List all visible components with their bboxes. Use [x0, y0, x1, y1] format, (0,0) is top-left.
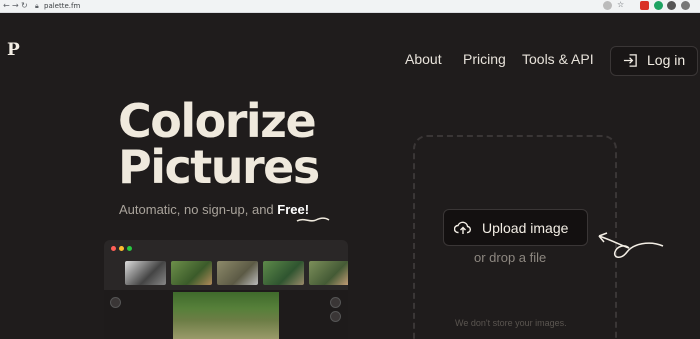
colorized-photo — [173, 292, 279, 339]
hero-title-line2: Pictures — [118, 140, 320, 194]
edit-icon — [330, 311, 341, 322]
login-icon — [623, 54, 637, 67]
thumbnail-original — [125, 261, 166, 285]
reload-icon[interactable]: ↻ — [21, 1, 28, 11]
browser-toolbar: ← → ↻ 🔒︎ palette.fm ☆ — [0, 0, 700, 13]
login-button[interactable]: Log in — [610, 46, 698, 76]
extension-icon[interactable] — [667, 1, 676, 10]
drop-file-hint: or drop a file — [474, 250, 547, 265]
upload-image-label: Upload image — [482, 220, 569, 236]
window-minimize-dot — [119, 246, 124, 251]
menu-icon — [110, 297, 121, 308]
privacy-note: We don't store your images. — [455, 318, 567, 328]
address-bar[interactable]: palette.fm — [44, 1, 80, 11]
window-close-dot — [111, 246, 116, 251]
hero-subtitle-text: Automatic, no sign-up, and — [119, 202, 278, 217]
thumbnail-filter — [171, 261, 212, 285]
cloud-upload-icon — [454, 221, 471, 234]
back-arrow-icon[interactable]: ← — [3, 1, 10, 11]
nav-tools-api[interactable]: Tools & API — [522, 51, 594, 67]
lock-icon[interactable]: 🔒︎ — [35, 1, 39, 11]
thumbnail-filter — [263, 261, 304, 285]
window-maximize-dot — [127, 246, 132, 251]
thumbnail-filter — [309, 261, 348, 285]
hero-title: Colorize Pictures — [118, 98, 320, 190]
share-icon[interactable] — [603, 1, 612, 10]
bookmark-star-icon[interactable]: ☆ — [617, 0, 624, 10]
nav-about[interactable]: About — [405, 51, 442, 67]
mail-extension-icon[interactable] — [640, 1, 649, 10]
login-label: Log in — [647, 52, 686, 68]
upload-image-button[interactable]: Upload image — [443, 209, 588, 246]
site-logo[interactable]: P — [7, 40, 20, 60]
nav-pricing[interactable]: Pricing — [463, 51, 506, 67]
underline-squiggle-icon — [296, 217, 330, 222]
hero-subtitle: Automatic, no sign-up, and Free! — [119, 202, 309, 217]
free-label: Free! — [277, 202, 310, 217]
hand-drawn-arrow-icon — [598, 232, 664, 258]
settings-icon — [330, 297, 341, 308]
thumbnail-filter — [217, 261, 258, 285]
puzzle-extension-icon[interactable] — [681, 1, 690, 10]
app-preview — [104, 240, 348, 339]
forward-arrow-icon[interactable]: → — [12, 1, 19, 11]
grammar-extension-icon[interactable] — [654, 1, 663, 10]
